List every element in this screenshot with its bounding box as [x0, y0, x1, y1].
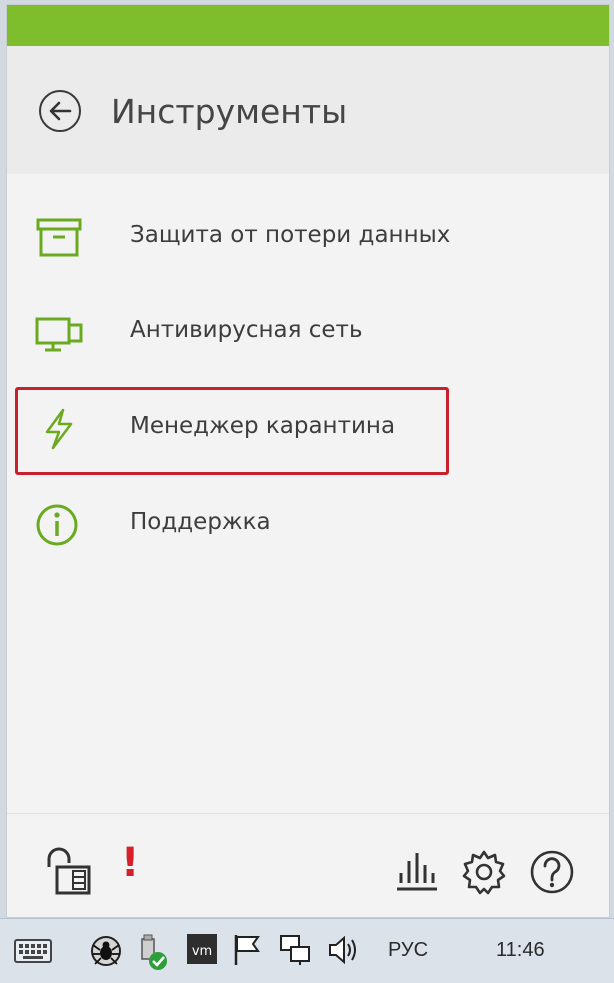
clock[interactable]: 11:46 — [496, 939, 545, 962]
menu-item-label: Антивирусная сеть — [130, 317, 363, 343]
dr-web-tools-panel: Инструменты Защита от потери данных Анти… — [6, 4, 610, 918]
help-icon[interactable] — [529, 849, 575, 895]
network-icon[interactable] — [278, 933, 312, 967]
menu-item-label: Поддержка — [130, 509, 271, 535]
usb-check-icon[interactable] — [134, 933, 170, 971]
top-accent-bar — [7, 5, 609, 46]
page-title: Инструменты — [111, 92, 348, 131]
menu-item-support[interactable]: Поддержка — [7, 485, 609, 565]
footer-divider — [7, 813, 609, 814]
back-button[interactable] — [39, 90, 81, 132]
highlight-frame — [15, 387, 449, 475]
archive-box-icon — [36, 218, 82, 257]
menu-item-label: Защита от потери данных — [130, 222, 451, 248]
keyboard-icon[interactable] — [14, 939, 52, 963]
taskbar: vm РУС 11:46 — [0, 918, 614, 983]
svg-text:vm: vm — [192, 944, 212, 959]
menu-item-data-loss-protection[interactable]: Защита от потери данных — [7, 198, 609, 278]
vm-icon[interactable]: vm — [186, 933, 218, 965]
padlock-open-icon[interactable] — [43, 845, 95, 897]
arrow-left-icon — [49, 101, 72, 121]
volume-icon[interactable] — [326, 933, 360, 967]
language-indicator[interactable]: РУС — [388, 939, 428, 962]
gear-icon[interactable] — [461, 849, 507, 895]
stats-bars-icon[interactable] — [395, 847, 439, 895]
menu-item-antivirus-network[interactable]: Антивирусная сеть — [7, 293, 609, 373]
alert-mark[interactable]: ! — [121, 843, 139, 883]
spider-icon[interactable] — [88, 933, 124, 969]
monitors-network-icon — [35, 317, 83, 352]
flag-icon[interactable] — [230, 933, 264, 967]
header: Инструменты — [7, 46, 609, 174]
info-icon — [36, 504, 78, 546]
